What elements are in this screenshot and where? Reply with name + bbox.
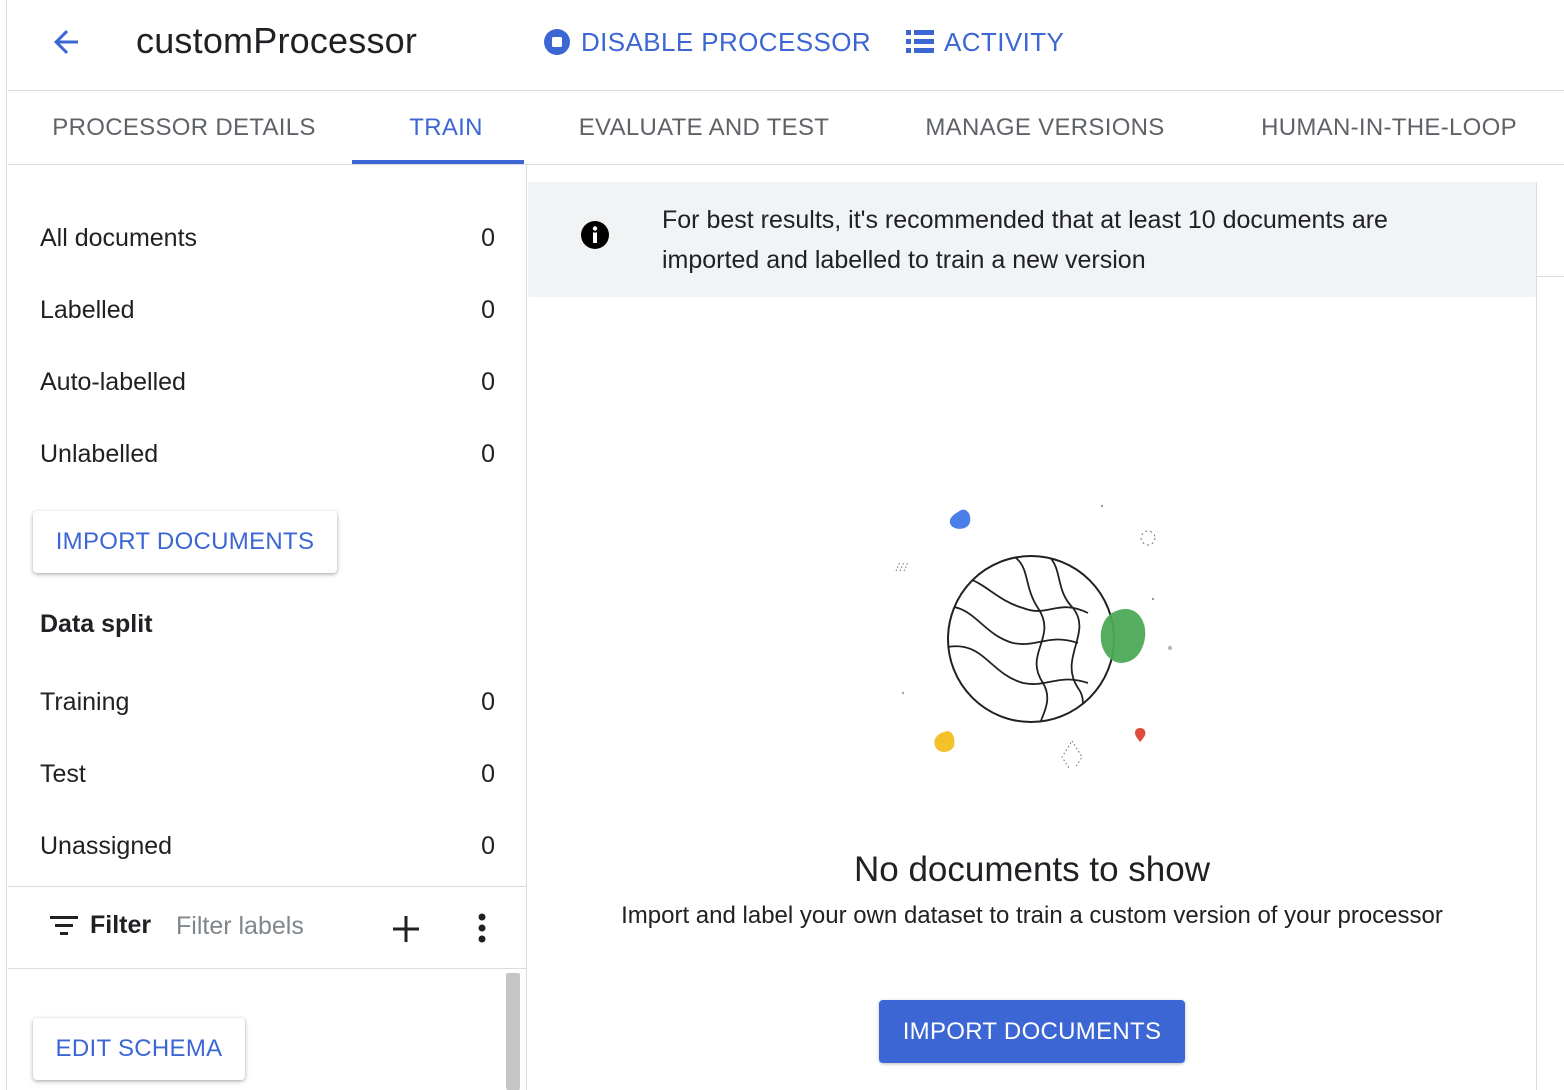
active-tab-indicator: [352, 160, 524, 164]
stat-label: Auto-labelled: [40, 367, 186, 396]
app-header: customProcessor DISABLE PROCESSOR ACTIVI…: [8, 0, 1564, 91]
stat-label: Labelled: [40, 295, 135, 324]
stat-labelled[interactable]: Labelled 0: [40, 290, 495, 330]
import-documents-primary-button[interactable]: IMPORT DOCUMENTS: [879, 1000, 1185, 1063]
tab-train[interactable]: TRAIN: [360, 91, 532, 164]
empty-state-title: No documents to show: [853, 850, 1210, 889]
empty-state-globe-illustration: [895, 504, 1173, 768]
split-count: 0: [481, 831, 495, 860]
split-label: Unassigned: [40, 831, 173, 860]
activity-button[interactable]: ACTIVITY: [906, 24, 1064, 60]
documents-panel: For best results, it's recommended that …: [528, 182, 1537, 1090]
split-label: Training: [40, 687, 130, 716]
banner-message: For best results, it's recommended that …: [662, 206, 1388, 274]
back-arrow-icon[interactable]: [48, 24, 84, 60]
info-banner: For best results, it's recommended that …: [528, 182, 1536, 297]
stat-auto-labelled[interactable]: Auto-labelled 0: [40, 362, 495, 402]
stat-label: Unlabelled: [40, 439, 159, 468]
disable-processor-label: DISABLE PROCESSOR: [581, 26, 871, 57]
tab-human-in-the-loop[interactable]: HUMAN-IN-THE-LOOP: [1214, 91, 1564, 164]
stat-count: 0: [481, 439, 495, 468]
split-training[interactable]: Training 0: [40, 682, 495, 722]
tab-evaluate-and-test[interactable]: EVALUATE AND TEST: [532, 91, 876, 164]
split-count: 0: [481, 687, 495, 716]
divider: [8, 968, 526, 969]
more-vert-icon[interactable]: [478, 913, 486, 943]
label-list-scrollbar[interactable]: [506, 973, 520, 1090]
stat-unlabelled[interactable]: Unlabelled 0: [40, 434, 495, 474]
label-filter-bar: Filter: [8, 887, 526, 969]
tab-manage-versions[interactable]: MANAGE VERSIONS: [876, 91, 1214, 164]
disable-processor-button[interactable]: DISABLE PROCESSOR: [543, 24, 871, 60]
empty-state-subtitle: Import and label your own dataset to tra…: [621, 902, 1443, 929]
stat-label: All documents: [40, 223, 198, 252]
add-label-icon[interactable]: [393, 916, 419, 942]
filter-labels-input[interactable]: [174, 907, 378, 945]
stat-count: 0: [481, 223, 495, 252]
divider: [1536, 276, 1564, 277]
import-documents-button[interactable]: IMPORT DOCUMENTS: [33, 511, 337, 573]
filter-icon[interactable]: [50, 915, 78, 937]
stat-count: 0: [481, 295, 495, 324]
edit-schema-button[interactable]: EDIT SCHEMA: [33, 1018, 245, 1080]
activity-label: ACTIVITY: [944, 26, 1065, 57]
stop-circle-icon: [544, 29, 570, 55]
split-label: Test: [40, 759, 86, 788]
dataset-sidebar: All documents 0 Labelled 0 Auto-labelled…: [8, 165, 527, 1090]
list-icon: [906, 30, 934, 53]
page-title: customProcessor: [136, 20, 418, 61]
stat-count: 0: [481, 367, 495, 396]
data-split-heading: Data split: [40, 610, 153, 638]
filter-label: Filter: [90, 911, 152, 939]
info-icon: [581, 221, 609, 249]
split-test[interactable]: Test 0: [40, 754, 495, 794]
split-count: 0: [481, 759, 495, 788]
stat-all-documents[interactable]: All documents 0: [40, 218, 495, 258]
window-edge: [6, 0, 7, 1090]
split-unassigned[interactable]: Unassigned 0: [40, 826, 495, 866]
tab-processor-details[interactable]: PROCESSOR DETAILS: [8, 91, 360, 164]
tab-bar: PROCESSOR DETAILS TRAIN EVALUATE AND TES…: [8, 91, 1564, 165]
